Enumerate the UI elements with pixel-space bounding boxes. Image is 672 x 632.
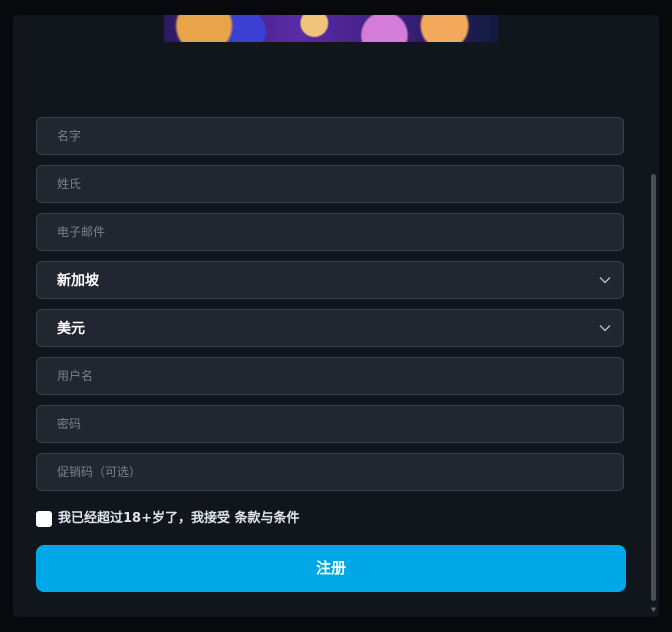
first-name-input[interactable] [37, 118, 623, 154]
email-field[interactable] [36, 213, 624, 251]
promo-banner-image [164, 15, 498, 42]
password-input[interactable] [37, 406, 623, 442]
currency-select[interactable]: 美元 [36, 309, 624, 347]
currency-select-value: 美元 [57, 321, 85, 337]
registration-modal: 新加坡 美元 我已经超过18+岁了，我接受 条款与条件 注册 [13, 15, 659, 617]
country-select[interactable]: 新加坡 [36, 261, 624, 299]
scrollbar-thumb[interactable] [651, 174, 656, 601]
last-name-field[interactable] [36, 165, 624, 203]
username-input[interactable] [37, 358, 623, 394]
chevron-down-icon [599, 276, 611, 284]
username-field[interactable] [36, 357, 624, 395]
scroll-down-arrow-icon[interactable] [650, 607, 657, 613]
country-select-value: 新加坡 [57, 273, 99, 289]
terms-checkbox[interactable] [36, 511, 52, 527]
promo-code-input[interactable] [37, 454, 623, 490]
password-field[interactable] [36, 405, 624, 443]
first-name-field[interactable] [36, 117, 624, 155]
promo-code-field[interactable] [36, 453, 624, 491]
email-input[interactable] [37, 214, 623, 250]
last-name-input[interactable] [37, 166, 623, 202]
chevron-down-icon [599, 324, 611, 332]
scrollbar[interactable] [650, 168, 657, 613]
terms-label: 我已经超过18+岁了，我接受 条款与条件 [58, 511, 300, 526]
register-button[interactable]: 注册 [36, 545, 626, 592]
